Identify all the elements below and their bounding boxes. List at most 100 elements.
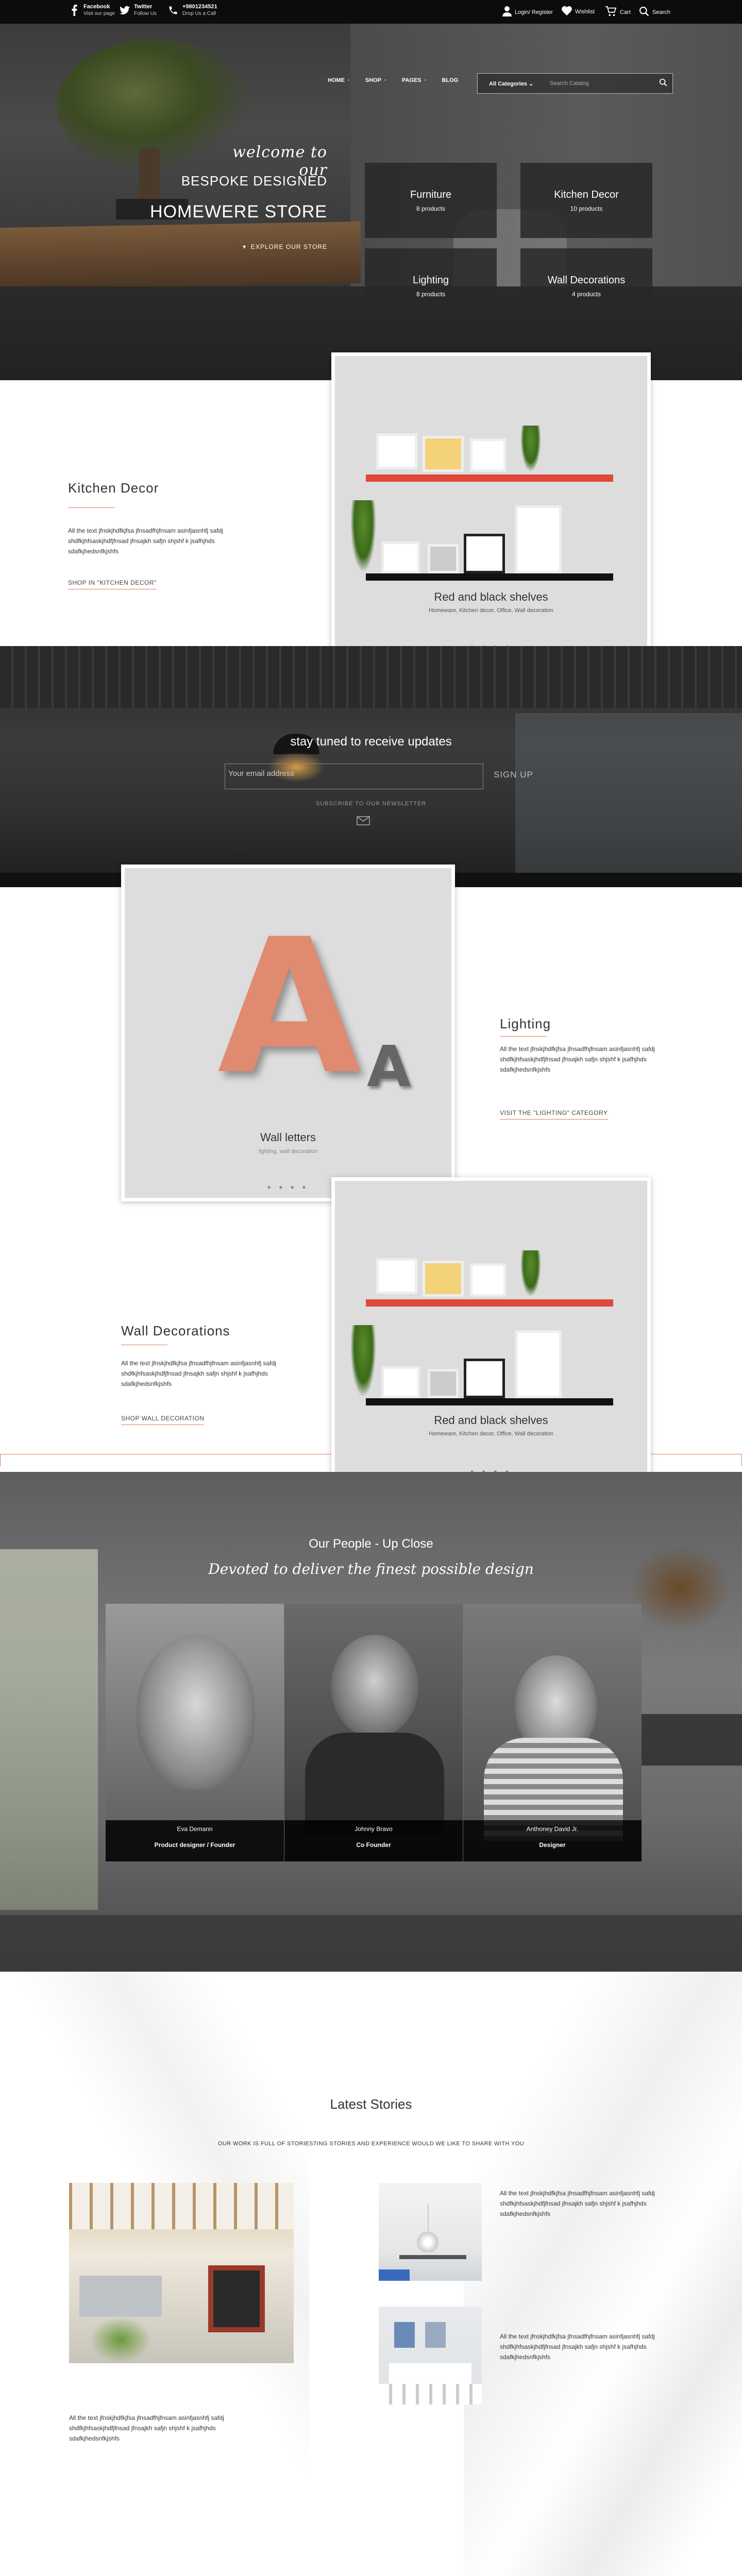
phone-link[interactable]: +9801234521 Drop Us a Call (168, 4, 217, 17)
story-item2-image[interactable] (379, 2307, 482, 2404)
team-member-card[interactable]: Eva Demann Product designer / Founder (106, 1604, 284, 1861)
monitor-image (639, 1714, 742, 1766)
newsletter-section: stay tuned to receive updates Your email… (0, 646, 742, 887)
wishlist-label: Wishlist (575, 8, 595, 15)
mail-icon (357, 816, 370, 828)
twitter-icon (120, 5, 130, 16)
tile-count: 8 products (416, 205, 446, 212)
plant-image (520, 1250, 541, 1297)
letter-a-large: A (217, 899, 361, 1115)
story-item2-text: All the text jfnskjhdfkjfsa jfnsadfhjfns… (500, 2333, 655, 2361)
facebook-link[interactable]: Facebook Visit our page (69, 4, 115, 17)
story-item1-text: All the text jfnskjhdfkjfsa jfnsadfhjfns… (500, 2190, 655, 2217)
facebook-subtitle: Visit our page (83, 11, 115, 16)
search-input[interactable]: Search Catalog (545, 80, 654, 87)
frame-image (428, 544, 459, 573)
card-caption: Red and black shelves (434, 590, 548, 603)
main-nav: HOME • SHOP • PAGES • BLOG (328, 77, 458, 83)
category-tile-kitchen-decor[interactable]: Kitchen Decor 10 products (520, 163, 652, 238)
category-select[interactable]: All Categories ⌄ (478, 80, 545, 87)
black-shelf (366, 573, 613, 581)
tile-count: 4 products (571, 290, 601, 298)
red-shelf (366, 474, 613, 482)
nav-home[interactable]: HOME • (328, 77, 350, 83)
ceiling-image (0, 646, 742, 708)
floor-blur (0, 1915, 742, 1972)
wishlist-link[interactable]: Wishlist (562, 6, 595, 17)
people-tagline: Devoted to deliver the finest possible d… (208, 1561, 534, 1578)
chairs-image (379, 2384, 482, 2404)
category-tile-furniture[interactable]: Furniture 8 products (365, 163, 497, 238)
tile-name: Wall Decorations (547, 274, 626, 286)
category-tile-wall-decorations[interactable]: Wall Decorations 4 products (520, 248, 652, 324)
frame-image (381, 541, 420, 573)
wall-shop-link[interactable]: SHOP WALL DECORATION (121, 1415, 205, 1425)
newsletter-title: stay tuned to receive updates (290, 735, 452, 749)
wall-product-card[interactable]: Red and black shelves Homeware, Kitchen … (331, 1177, 651, 1486)
tile-name: Lighting (412, 274, 449, 286)
nav-pages-label: PAGES (401, 77, 421, 83)
login-link[interactable]: Login/ Register (502, 6, 553, 18)
signup-button[interactable]: SIGN UP (494, 770, 533, 780)
plant-image (90, 2317, 151, 2363)
stories-section: Latest Stories OUR WORK IS FULL OF STORI… (0, 1972, 742, 2576)
frame-image (470, 1263, 506, 1297)
explore-label: EXPLORE OUR STORE (250, 243, 327, 250)
nav-blog[interactable]: BLOG (442, 77, 458, 83)
nav-shop-label: SHOP (365, 77, 382, 83)
twitter-link[interactable]: Twitter Follow Us (120, 4, 157, 17)
search-link[interactable]: Search (639, 6, 670, 18)
member-name: Anthoney David Jr. (526, 1825, 579, 1833)
email-input[interactable]: Your email address (225, 764, 483, 789)
caret-down-icon: ▾ (243, 243, 251, 250)
lighting-divider (500, 1036, 546, 1037)
search-icon (659, 78, 667, 89)
tile-name: Furniture (410, 189, 452, 200)
hero-section: welcome to our BESPOKE DESIGNED HOMEWERE… (0, 24, 742, 380)
phone-icon (168, 5, 178, 16)
search-submit-button[interactable] (654, 78, 672, 89)
facebook-title: Facebook (83, 4, 110, 10)
team-member-card[interactable]: Johnny Bravo Co Founder (284, 1604, 463, 1861)
explore-store-link[interactable]: ▾ EXPLORE OUR STORE (222, 243, 327, 250)
category-select-label: All Categories (489, 80, 527, 87)
story-main-image[interactable] (69, 2183, 294, 2363)
nav-shop[interactable]: SHOP • (365, 77, 386, 83)
category-tile-lighting[interactable]: Lighting 8 products (365, 248, 497, 324)
kitchen-product-card[interactable]: Red and black shelves Homeware, Kitchen … (331, 352, 651, 662)
nav-dot-icon: • (348, 77, 350, 83)
member-name: Eva Demann (177, 1825, 213, 1833)
member-role: Co Founder (356, 1841, 391, 1849)
kitchen-divider (68, 507, 114, 508)
cart-link[interactable]: Cart (605, 6, 631, 18)
frame-image (376, 433, 417, 469)
wall-text: All the text jfnskjhdfkjfsa jfnsadfhjfns… (121, 1360, 276, 1387)
frame-image (423, 1261, 464, 1297)
catalog-search: All Categories ⌄ Search Catalog (477, 73, 673, 94)
horse-painting-image (629, 1544, 732, 1632)
background-curves (464, 1972, 742, 2576)
story-main-text: All the text jfnskjhdfkjfsa jfnsadfhjfns… (69, 2414, 224, 2442)
stories-title: Latest Stories (330, 2096, 412, 2112)
search-label: Search (652, 9, 670, 15)
twitter-subtitle: Follow Us (134, 11, 157, 16)
lighting-title: Lighting (500, 1016, 551, 1031)
nav-pages[interactable]: PAGES • (402, 77, 427, 83)
kitchen-title: Kitchen Decor (68, 480, 159, 496)
frame-image (515, 1330, 562, 1398)
plant-image (520, 426, 541, 472)
wall-title: Wall Decorations (121, 1323, 230, 1338)
team-member-card[interactable]: Anthoney David Jr. Designer (463, 1604, 642, 1861)
lighting-visit-link[interactable]: VISIT THE "LIGHTING" CATEGORY (500, 1109, 608, 1120)
card-tags: lighting, wall decoration (258, 1148, 318, 1155)
portrait-image (331, 1635, 418, 1738)
hero-desk-image (0, 221, 361, 290)
frame-image (428, 1369, 459, 1398)
lighting-product-card[interactable]: A A Wall letters lighting, wall decorati… (121, 865, 455, 1201)
nav-home-label: HOME (328, 77, 345, 83)
story-item1-image[interactable] (379, 2183, 482, 2281)
kitchen-shop-link[interactable]: SHOP IN "KITCHEN DECOR" (68, 579, 157, 589)
tile-count: 8 products (416, 290, 446, 298)
newsletter-subtitle: SUBSCRIBE TO OUR NEWSLETTER (315, 801, 427, 807)
top-bar: Facebook Visit our page Twitter Follow Us … (0, 0, 742, 24)
